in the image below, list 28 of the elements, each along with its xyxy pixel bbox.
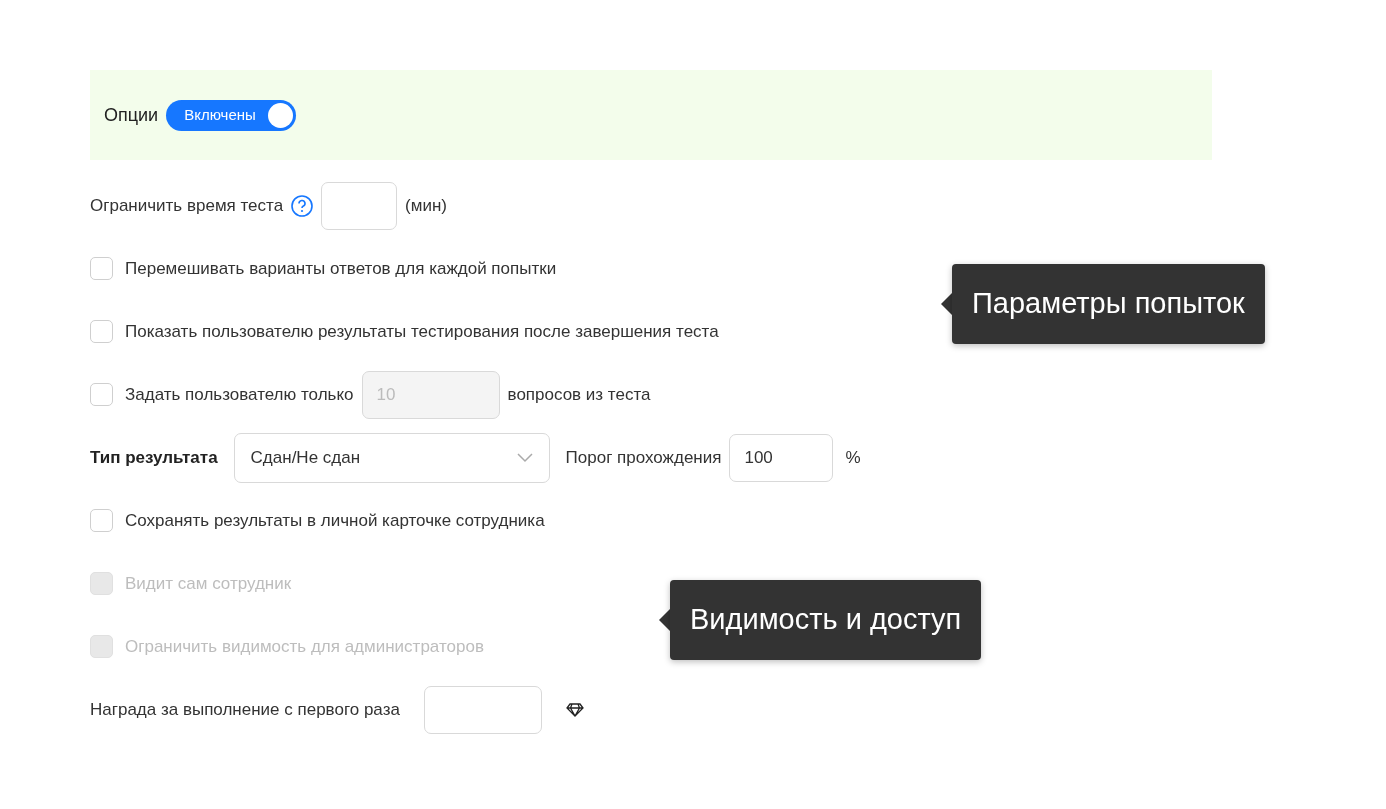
suffix-label: вопросов из теста [507, 383, 651, 406]
checkbox-label: Видит сам сотрудник [125, 572, 292, 595]
checkbox[interactable] [90, 257, 113, 280]
options-switch[interactable]: Включены [166, 99, 296, 131]
checkbox-label: Перемешивать варианты ответов для каждой попытки [125, 257, 557, 280]
options-label: Опции [104, 103, 159, 127]
checkbox-label: Сохранять результаты в личной карточке сотрудника [125, 509, 545, 532]
help-icon[interactable] [291, 194, 314, 217]
reward-label: Награда за выполнение с первого раза [90, 698, 400, 721]
unit-label: (мин) [405, 194, 447, 217]
percent-label: % [845, 446, 861, 469]
checkbox-label: Задать пользователю только [125, 383, 354, 406]
diamond-icon [565, 702, 584, 717]
result-type-label: Тип результата [90, 446, 218, 469]
checkbox-label: Показать пользователю результаты тестирования после завершения теста [125, 320, 719, 343]
result-type-select[interactable]: Сдан/Не сдан [233, 432, 550, 483]
chevron-down-icon [516, 452, 533, 463]
callout-tooltip: Параметры попыток [952, 264, 1265, 344]
threshold-label: Порог прохождения [565, 446, 722, 469]
time-limit-input[interactable] [321, 181, 398, 230]
checkbox[interactable] [90, 383, 113, 406]
checkbox[interactable] [90, 320, 113, 343]
checkbox-label: Ограничить видимость для администраторов [125, 635, 484, 658]
threshold-input[interactable]: 100 [729, 433, 834, 482]
callout-tooltip: Видимость и доступ [670, 580, 982, 660]
checkbox[interactable] [90, 509, 113, 532]
time-limit-label: Ограничить время теста [90, 194, 284, 217]
reward-input[interactable] [423, 685, 542, 734]
